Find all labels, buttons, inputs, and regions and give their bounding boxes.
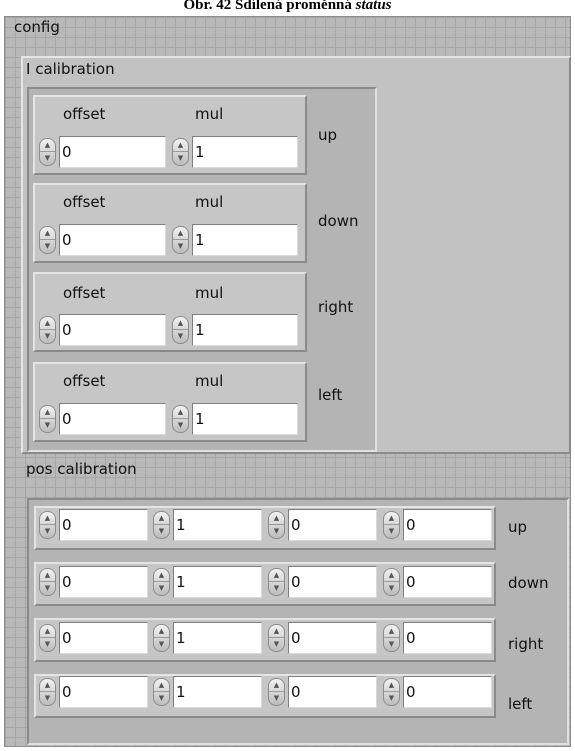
caption-italic: status — [355, 0, 392, 13]
pos-down-value-2[interactable]: 1 — [173, 566, 262, 598]
increment-decrement-arrows-icon[interactable]: ▲ ▼ — [39, 316, 56, 344]
pos-right-value-2[interactable]: 1 — [173, 622, 262, 654]
mul-field-left[interactable]: 1 — [192, 403, 298, 435]
increment-decrement-arrows-icon[interactable]: ▲ ▼ — [153, 624, 170, 652]
pos-row-label-right: right — [508, 635, 544, 653]
pos-left-value-1[interactable]: 0 — [59, 676, 148, 708]
increment-decrement-arrows-icon[interactable]: ▲ ▼ — [383, 624, 400, 652]
increment-decrement-arrows-icon[interactable]: ▲ ▼ — [172, 316, 189, 344]
pos-row-label-left: left — [508, 695, 533, 713]
increment-decrement-arrows-icon[interactable]: ▲ ▼ — [153, 568, 170, 596]
increment-decrement-arrows-icon[interactable]: ▲ ▼ — [39, 405, 56, 433]
mul-label: mul — [195, 193, 224, 211]
increment-decrement-arrows-icon[interactable]: ▲ ▼ — [39, 568, 56, 596]
offset-label: offset — [63, 372, 106, 390]
increment-decrement-arrows-icon[interactable]: ▲ ▼ — [172, 405, 189, 433]
mul-label: mul — [195, 105, 224, 123]
offset-field-up[interactable]: 0 — [59, 136, 166, 168]
mul-field-right[interactable]: 1 — [192, 314, 298, 346]
pos-right-value-1[interactable]: 0 — [59, 622, 148, 654]
pos-calibration-label: pos calibration — [26, 460, 137, 478]
pos-up-value-2[interactable]: 1 — [173, 509, 262, 541]
increment-decrement-arrows-icon[interactable]: ▲ ▼ — [39, 511, 56, 539]
row-label-right: right — [318, 298, 354, 316]
increment-decrement-arrows-icon[interactable]: ▲ ▼ — [383, 568, 400, 596]
offset-label: offset — [63, 284, 106, 302]
caption-text: Obr. 42 Sdílená proměnná — [183, 0, 352, 13]
config-label: config — [14, 18, 60, 36]
increment-decrement-arrows-icon[interactable]: ▲ ▼ — [268, 678, 285, 706]
increment-decrement-arrows-icon[interactable]: ▲ ▼ — [383, 511, 400, 539]
increment-decrement-arrows-icon[interactable]: ▲ ▼ — [268, 624, 285, 652]
offset-label: offset — [63, 105, 106, 123]
pos-up-value-4[interactable]: 0 — [403, 509, 492, 541]
increment-decrement-arrows-icon[interactable]: ▲ ▼ — [39, 226, 56, 254]
increment-decrement-arrows-icon[interactable]: ▲ ▼ — [39, 138, 56, 166]
pos-down-value-3[interactable]: 0 — [288, 566, 377, 598]
increment-decrement-arrows-icon[interactable]: ▲ ▼ — [39, 624, 56, 652]
pos-left-value-2[interactable]: 1 — [173, 676, 262, 708]
row-label-left: left — [318, 386, 343, 404]
row-label-up: up — [318, 126, 338, 144]
offset-label: offset — [63, 193, 106, 211]
pos-right-value-4[interactable]: 0 — [403, 622, 492, 654]
increment-decrement-arrows-icon[interactable]: ▲ ▼ — [39, 678, 56, 706]
increment-decrement-arrows-icon[interactable]: ▲ ▼ — [268, 511, 285, 539]
mul-field-up[interactable]: 1 — [192, 136, 298, 168]
pos-down-value-1[interactable]: 0 — [59, 566, 148, 598]
increment-decrement-arrows-icon[interactable]: ▲ ▼ — [172, 226, 189, 254]
mul-label: mul — [195, 284, 224, 302]
row-label-down: down — [318, 212, 359, 230]
pos-right-value-3[interactable]: 0 — [288, 622, 377, 654]
mul-label: mul — [195, 372, 224, 390]
pos-up-value-3[interactable]: 0 — [288, 509, 377, 541]
increment-decrement-arrows-icon[interactable]: ▲ ▼ — [383, 678, 400, 706]
pos-row-label-down: down — [508, 574, 549, 592]
pos-row-label-up: up — [508, 518, 528, 536]
pos-left-value-3[interactable]: 0 — [288, 676, 377, 708]
offset-field-right[interactable]: 0 — [59, 314, 166, 346]
pos-up-value-1[interactable]: 0 — [59, 509, 148, 541]
figure-caption: Obr. 42 Sdílená proměnná status — [0, 0, 575, 16]
mul-field-down[interactable]: 1 — [192, 224, 298, 256]
offset-field-down[interactable]: 0 — [59, 224, 166, 256]
increment-decrement-arrows-icon[interactable]: ▲ ▼ — [153, 678, 170, 706]
increment-decrement-arrows-icon[interactable]: ▲ ▼ — [268, 568, 285, 596]
increment-decrement-arrows-icon[interactable]: ▲ ▼ — [153, 511, 170, 539]
pos-left-value-4[interactable]: 0 — [403, 676, 492, 708]
increment-decrement-arrows-icon[interactable]: ▲ ▼ — [172, 138, 189, 166]
pos-down-value-4[interactable]: 0 — [403, 566, 492, 598]
i-calibration-label: I calibration — [26, 60, 115, 78]
offset-field-left[interactable]: 0 — [59, 403, 166, 435]
